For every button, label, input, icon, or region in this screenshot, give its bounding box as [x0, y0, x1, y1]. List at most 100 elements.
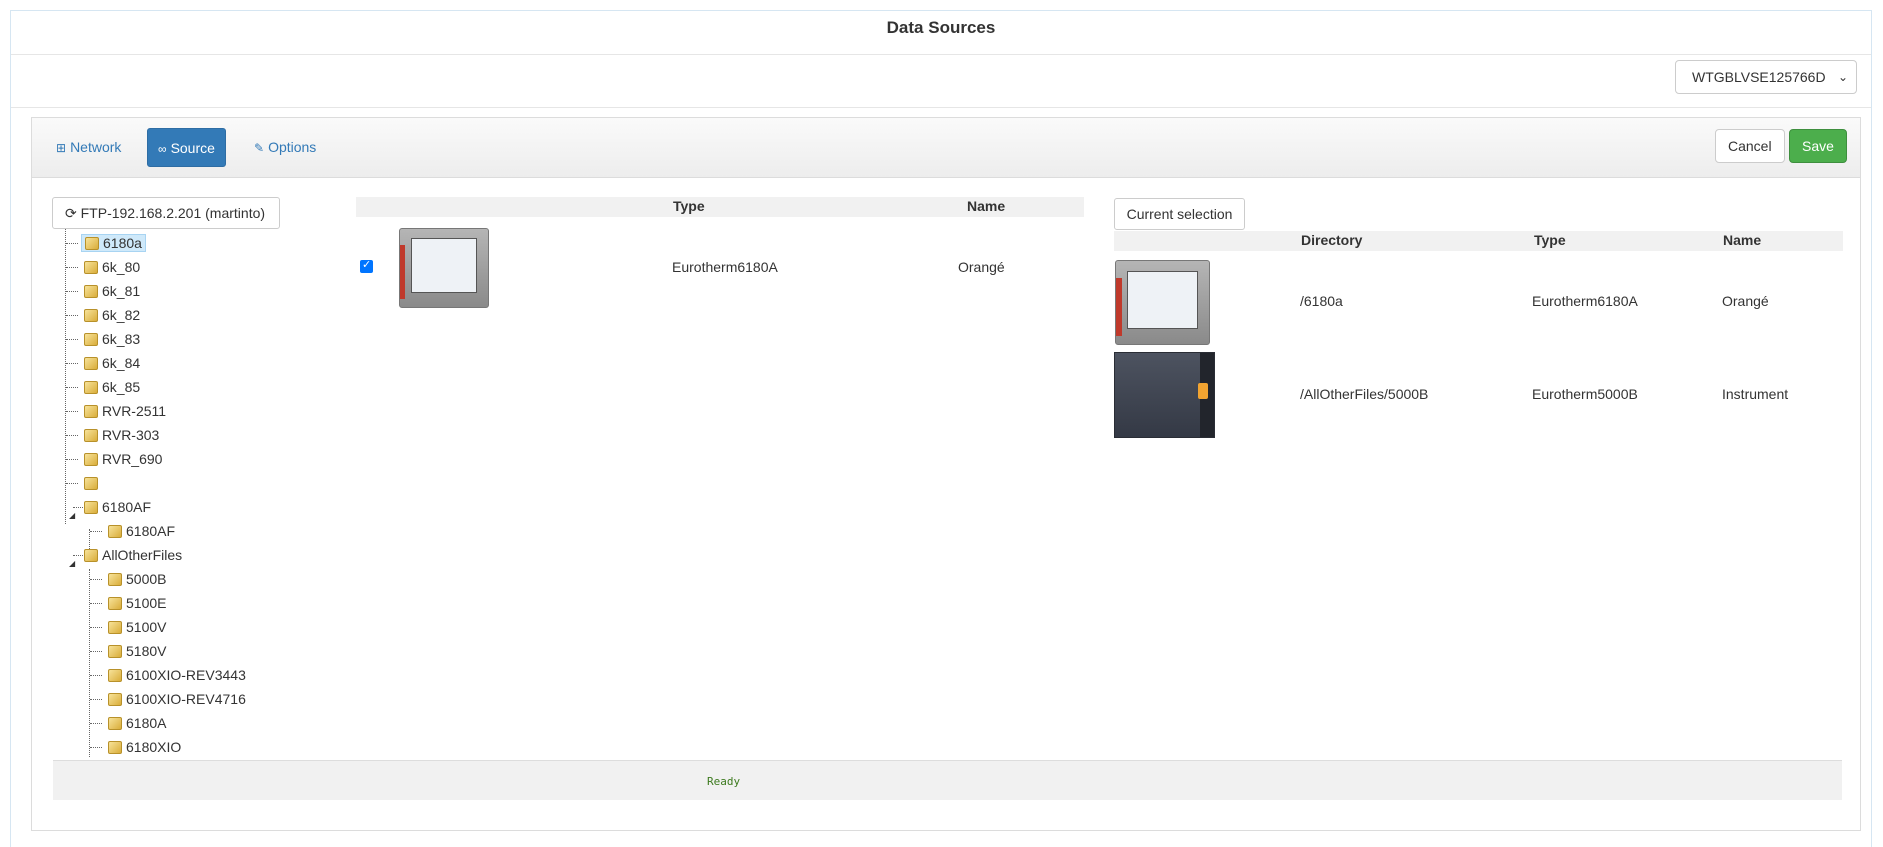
- folder-icon: [84, 405, 98, 418]
- column-header-name: Name: [1723, 232, 1762, 248]
- tree-node[interactable]: 6k_85: [84, 376, 140, 398]
- tree-node[interactable]: 5100V: [108, 616, 166, 638]
- folder-icon: [84, 261, 98, 274]
- tree-line: [90, 531, 102, 532]
- tree-node[interactable]: 5000B: [108, 568, 166, 590]
- status-bar: Ready: [53, 760, 1842, 800]
- save-button[interactable]: Save: [1789, 129, 1847, 163]
- tab-options-label: Options: [268, 139, 317, 155]
- tree-node[interactable]: 6180XIO: [108, 736, 181, 758]
- row-directory: /6180a: [1300, 293, 1343, 309]
- tree-line: [66, 411, 78, 412]
- refresh-icon: ⟳: [65, 205, 77, 221]
- chevron-down-icon: ⌄: [1837, 70, 1848, 84]
- server-select-value: WTGBLVSE125766D: [1692, 69, 1826, 85]
- tree-node-label: 6k_84: [102, 355, 141, 371]
- folder-icon: [108, 669, 122, 682]
- row-name: Instrument: [1722, 386, 1789, 402]
- tree-line: [66, 291, 78, 292]
- tree-node[interactable]: 6k_82: [84, 304, 140, 326]
- tree-node[interactable]: RVR-303: [84, 424, 159, 446]
- tree-node[interactable]: [84, 472, 102, 494]
- row-directory: /AllOtherFiles/5000B: [1300, 386, 1429, 402]
- folder-icon: [84, 501, 98, 514]
- folder-icon: [84, 549, 98, 562]
- folder-icon: [84, 477, 98, 490]
- tree-node-label: 6k_82: [102, 307, 141, 323]
- tree-node-label: 6100XIO-REV4716: [126, 691, 246, 707]
- tab-network-label: Network: [70, 139, 122, 155]
- device-thumbnail: [399, 228, 489, 308]
- tree-node[interactable]: 6k_80: [84, 256, 140, 278]
- tab-network[interactable]: ⊞ Network: [46, 128, 131, 167]
- tree-node[interactable]: 6180AF: [108, 520, 175, 542]
- tree-node[interactable]: 6180a: [81, 232, 146, 254]
- tree-node[interactable]: 6k_81: [84, 280, 140, 302]
- tree-node[interactable]: 6k_84: [84, 352, 140, 374]
- folder-icon: [108, 645, 122, 658]
- tree-line: [66, 363, 78, 364]
- cancel-button[interactable]: Cancel: [1715, 129, 1785, 163]
- wrench-icon: ✎: [254, 141, 265, 155]
- tree-node[interactable]: 5100E: [108, 592, 166, 614]
- folder-icon: [108, 525, 122, 538]
- tab-options[interactable]: ✎ Options: [244, 128, 326, 167]
- folder-icon: [84, 429, 98, 442]
- tree-node[interactable]: 6180AF: [84, 496, 151, 518]
- tree-node[interactable]: 6100XIO-REV3443: [108, 664, 246, 686]
- row-type: Eurotherm5000B: [1532, 386, 1638, 402]
- row-checkbox[interactable]: [360, 258, 373, 273]
- tree-line: [90, 627, 102, 628]
- tree-node[interactable]: RVR_690: [84, 448, 162, 470]
- tree-line: [90, 675, 102, 676]
- tree-line: [65, 229, 66, 524]
- tree-root-label: FTP-192.168.2.201 (martinto): [80, 205, 266, 221]
- status-text: Ready: [707, 775, 741, 788]
- tree-node[interactable]: 6k_83: [84, 328, 140, 350]
- tree-node-label: RVR-2511: [102, 403, 167, 419]
- tree-node[interactable]: RVR-2511: [84, 400, 166, 422]
- tree-line: [66, 339, 78, 340]
- tree-line: [90, 723, 102, 724]
- collapse-arrow-icon[interactable]: ◢: [69, 511, 75, 520]
- collapse-arrow-icon[interactable]: ◢: [69, 559, 75, 568]
- column-header-type: Type: [1534, 232, 1566, 248]
- device-thumbnail: [1115, 260, 1210, 345]
- server-row: WTGBLVSE125766D ⌄: [11, 54, 1871, 108]
- tree-line: [66, 435, 78, 436]
- column-header-name: Name: [967, 198, 1006, 214]
- folder-icon: [108, 573, 122, 586]
- tree-node-label: 6180AF: [126, 523, 176, 539]
- server-select[interactable]: WTGBLVSE125766D ⌄: [1675, 60, 1857, 94]
- tree-node[interactable]: AllOtherFiles: [84, 544, 182, 566]
- tree-root-button[interactable]: ⟳ FTP-192.168.2.201 (martinto): [52, 197, 280, 229]
- column-header-type: Type: [673, 198, 705, 214]
- tree-line: [66, 387, 78, 388]
- tree-line: [90, 699, 102, 700]
- binoculars-icon: ∞: [158, 142, 167, 156]
- tree-node-label: RVR_690: [102, 451, 163, 467]
- data-sources-window: Data Sources WTGBLVSE125766D ⌄ ⊞ Network …: [10, 10, 1872, 847]
- tree-node[interactable]: 6180A: [108, 712, 166, 734]
- current-selection-button[interactable]: Current selection: [1114, 198, 1245, 230]
- tab-source[interactable]: ∞ Source: [147, 128, 226, 167]
- tree-line: [90, 747, 102, 748]
- tree-line: [89, 569, 90, 757]
- tree-node-label: 5000B: [126, 571, 167, 587]
- current-selection-header: Directory Type Name: [1114, 231, 1843, 251]
- tree-node-label: 6k_83: [102, 331, 141, 347]
- tree-node-label: 5100V: [126, 619, 167, 635]
- tree-line: [66, 483, 78, 484]
- tree-node[interactable]: 6100XIO-REV4716: [108, 688, 246, 710]
- row-type: Eurotherm6180A: [672, 259, 778, 275]
- tree-node-label: 6180A: [126, 715, 167, 731]
- folder-icon: [84, 333, 98, 346]
- panel-header: ⊞ Network ∞ Source ✎ Options Cancel Save: [32, 118, 1860, 178]
- tree-node-label: 5180V: [126, 643, 167, 659]
- tree-line: [90, 603, 102, 604]
- row-name: Orangé: [1722, 293, 1769, 309]
- tree-line: [66, 243, 78, 244]
- tree-line: [66, 315, 78, 316]
- tree-node[interactable]: 5180V: [108, 640, 166, 662]
- folder-icon: [108, 621, 122, 634]
